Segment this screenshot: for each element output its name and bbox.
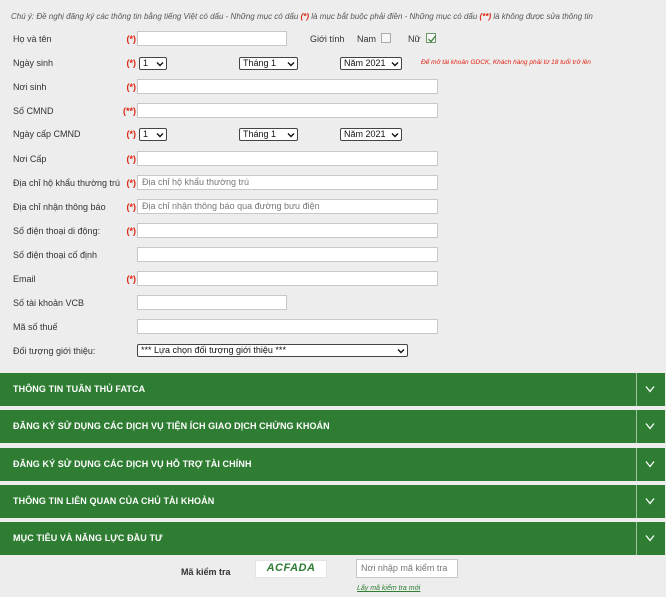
birth-day-value: 1 <box>143 58 149 68</box>
section-title: ĐĂNG KÝ SỬ DỤNG CÁC DỊCH VỤ TIỆN ÍCH GIA… <box>13 421 330 431</box>
check-icon <box>428 35 437 43</box>
birth-date-required-mark: (*) <box>126 58 137 68</box>
permanent-address-required-mark: (*) <box>126 178 137 188</box>
email-required-mark: (*) <box>126 274 137 284</box>
mailing-address-input[interactable]: Địa chỉ nhận thông báo qua đường bưu điệ… <box>137 199 438 214</box>
mailing-address-required-mark: (*) <box>126 202 137 212</box>
section-title: MỤC TIÊU VÀ NĂNG LỰC ĐẦU TƯ <box>13 533 163 543</box>
chevron-down-icon[interactable] <box>644 458 656 470</box>
tax-code-label: Mã số thuế <box>13 322 58 332</box>
captcha-image: ACFADA <box>255 560 327 578</box>
notice-locked-mark: (**) <box>479 12 492 21</box>
id-number-input[interactable] <box>137 103 438 118</box>
section-fatca[interactable]: THÔNG TIN TUÂN THỦ FATCA <box>0 373 665 406</box>
full-name-required-mark: (*) <box>126 34 137 44</box>
section-account-holder-info[interactable]: THÔNG TIN LIÊN QUAN CỦA CHỦ TÀI KHOẢN <box>0 485 665 518</box>
issue-month-value: Tháng 1 <box>243 129 277 139</box>
section-title: THÔNG TIN LIÊN QUAN CỦA CHỦ TÀI KHOẢN <box>13 496 215 506</box>
birth-year-select[interactable]: Năm 2021 <box>340 57 402 70</box>
chevron-down-icon[interactable] <box>644 495 656 507</box>
chevron-down-icon <box>156 133 164 138</box>
captcha-label: Mã kiểm tra <box>181 567 231 577</box>
issue-day-value: 1 <box>143 129 149 139</box>
section-financial-support[interactable]: ĐĂNG KÝ SỬ DỤNG CÁC DỊCH VỤ HỖ TRỢ TÀI C… <box>0 448 665 481</box>
section-divider <box>636 448 637 481</box>
landline-input[interactable] <box>137 247 438 262</box>
issue-date-label: Ngày cấp CMND <box>13 129 81 139</box>
birth-place-required-mark: (*) <box>126 82 137 92</box>
gender-female-label: Nữ <box>408 34 421 44</box>
birth-year-value: Năm 2021 <box>344 58 386 68</box>
captcha-input[interactable]: Nơi nhập mã kiểm tra <box>356 559 458 578</box>
birth-month-value: Tháng 1 <box>243 58 277 68</box>
id-number-label: Số CMND <box>13 106 54 116</box>
permanent-address-placeholder: Địa chỉ hộ khẩu thường trú <box>142 177 249 187</box>
permanent-address-label: Địa chỉ hộ khẩu thường trú <box>13 178 120 188</box>
refresh-captcha-link[interactable]: Lấy mã kiểm tra mới <box>357 585 420 592</box>
mailing-address-placeholder: Địa chỉ nhận thông báo qua đường bưu điệ… <box>142 201 320 211</box>
issue-date-required-mark: (*) <box>126 129 137 139</box>
chevron-down-icon <box>287 62 295 67</box>
section-divider <box>636 485 637 518</box>
id-number-locked-mark: (**) <box>123 106 136 116</box>
issue-month-select[interactable]: Tháng 1 <box>239 128 298 141</box>
chevron-down-icon[interactable] <box>644 420 656 432</box>
permanent-address-input[interactable]: Địa chỉ hộ khẩu thường trú <box>137 175 438 190</box>
vcb-account-label: Số tài khoản VCB <box>13 298 85 308</box>
gender-female-checkbox[interactable] <box>426 33 437 43</box>
section-divider <box>636 373 637 406</box>
section-title: THÔNG TIN TUÂN THỦ FATCA <box>13 384 146 394</box>
birth-date-label: Ngày sinh <box>13 58 54 68</box>
chevron-down-icon <box>391 133 399 138</box>
email-label: Email <box>13 274 36 284</box>
gender-male-checkbox[interactable] <box>381 33 391 43</box>
notice-text-mid: là mục bắt buộc phải điền - Những mục có… <box>311 12 478 21</box>
landline-label: Số điện thoại cố định <box>13 250 98 260</box>
birth-day-select[interactable]: 1 <box>139 57 167 70</box>
section-title: ĐĂNG KÝ SỬ DỤNG CÁC DỊCH VỤ HỖ TRỢ TÀI C… <box>13 459 252 469</box>
vcb-account-input[interactable] <box>137 295 287 310</box>
chevron-down-icon[interactable] <box>644 383 656 395</box>
birth-place-input[interactable] <box>137 79 438 94</box>
issue-day-select[interactable]: 1 <box>139 128 167 141</box>
section-divider <box>636 522 637 555</box>
chevron-down-icon <box>397 349 405 354</box>
issue-year-select[interactable]: Năm 2021 <box>340 128 402 141</box>
referral-label: Đối tượng giới thiệu: <box>13 346 96 356</box>
issue-place-required-mark: (*) <box>126 154 137 164</box>
tax-code-input[interactable] <box>137 319 438 334</box>
referral-select[interactable]: *** Lựa chọn đối tượng giới thiệu *** <box>137 344 408 357</box>
mobile-input[interactable] <box>137 223 438 238</box>
issue-place-input[interactable] <box>137 151 438 166</box>
section-divider <box>636 410 637 443</box>
age-requirement-note: Để mở tài khoản GDCK, Khách hàng phải từ… <box>421 59 591 66</box>
mailing-address-label: Địa chỉ nhận thông báo <box>13 202 106 212</box>
captcha-placeholder: Nơi nhập mã kiểm tra <box>361 563 448 573</box>
issue-year-value: Năm 2021 <box>344 129 386 139</box>
mobile-required-mark: (*) <box>126 226 137 236</box>
referral-selected-value: *** Lựa chọn đối tượng giới thiệu *** <box>141 345 286 355</box>
gender-male-label: Nam <box>357 34 377 44</box>
chevron-down-icon <box>287 133 295 138</box>
full-name-label: Họ và tên <box>13 34 52 44</box>
birth-month-select[interactable]: Tháng 1 <box>239 57 298 70</box>
chevron-down-icon[interactable] <box>644 532 656 544</box>
mobile-label: Số điện thoại di động: <box>13 226 101 236</box>
notice-required-mark: (*) <box>300 12 310 21</box>
chevron-down-icon <box>156 62 164 67</box>
email-input[interactable] <box>137 271 438 286</box>
birth-place-label: Nơi sinh <box>13 82 47 92</box>
form-notice: Chú ý: Đề nghị đăng ký các thông tin bằn… <box>11 12 593 21</box>
notice-text-end: là không được sửa thông tin <box>493 12 593 21</box>
full-name-input[interactable] <box>137 31 287 46</box>
captcha-image-text: ACFADA <box>266 562 316 574</box>
section-investment-goals[interactable]: MỤC TIÊU VÀ NĂNG LỰC ĐẦU TƯ <box>0 522 665 555</box>
chevron-down-icon <box>391 62 399 67</box>
issue-place-label: Nơi Cấp <box>13 154 47 164</box>
notice-text: Chú ý: Đề nghị đăng ký các thông tin bằn… <box>11 12 299 21</box>
gender-label: Giới tính <box>310 34 345 44</box>
section-trading-services[interactable]: ĐĂNG KÝ SỬ DỤNG CÁC DỊCH VỤ TIỆN ÍCH GIA… <box>0 410 665 443</box>
